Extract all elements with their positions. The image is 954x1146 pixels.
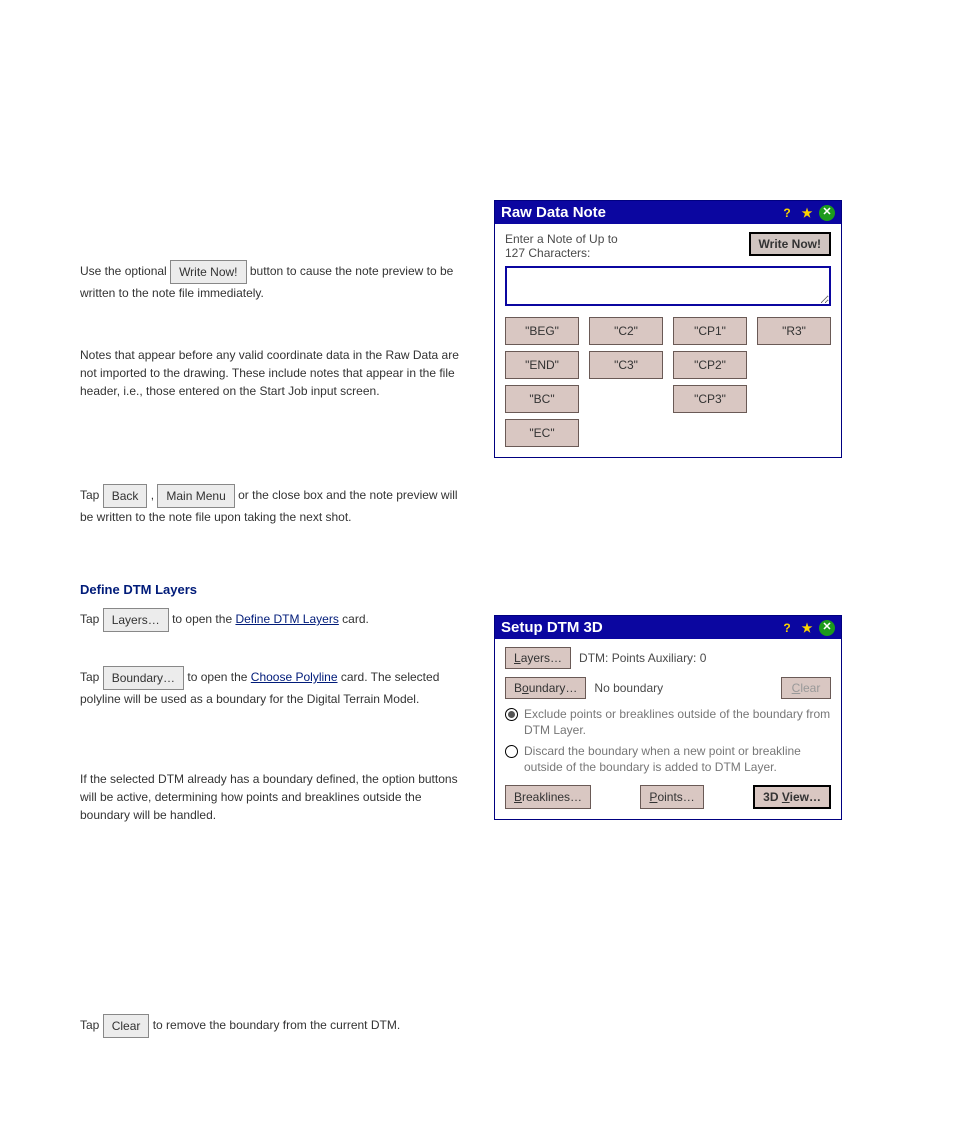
setup-dtm-3d-dialog: Setup DTM 3D ? ★ ✕ Layers… DTM: Points A… [494,615,842,820]
text: Tap [80,670,103,684]
doc-para-layers: Tap Layers… to open the Define DTM Layer… [80,608,470,632]
doc-para-writenow: Use the optional Write Now! button to ca… [80,260,470,302]
radio-icon [505,745,518,758]
radio-discard-label: Discard the boundary when a new point or… [524,744,831,775]
clear-button[interactable]: Clear [781,677,831,699]
text: to open the [172,612,235,626]
preset-cp3-button[interactable]: "CP3" [673,385,747,413]
help-icon[interactable]: ? [779,205,795,221]
dialog-title: Setup DTM 3D [501,619,779,636]
boundary-ref-button: Boundary… [103,666,184,690]
text: , [151,488,158,502]
help-icon[interactable]: ? [779,620,795,636]
doc-para-options: If the selected DTM already has a bounda… [80,770,470,824]
text: Use the optional [80,264,170,278]
note-prompt-line1: Enter a Note of Up to [505,232,618,246]
note-prompt-line2: 127 Characters: [505,246,618,260]
preset-end-button[interactable]: "END" [505,351,579,379]
3d-view-button[interactable]: 3D View… [753,785,831,809]
dialog-body: Layers… DTM: Points Auxiliary: 0 Boundar… [495,639,841,819]
back-ref-button: Back [103,484,148,508]
dialog-titlebar: Raw Data Note ? ★ ✕ [495,201,841,224]
choose-polyline-link[interactable]: Choose Polyline [251,670,338,684]
note-prompt: Enter a Note of Up to 127 Characters: [505,232,618,260]
close-icon[interactable]: ✕ [819,205,835,221]
preset-ec-button[interactable]: "EC" [505,419,579,447]
text: to remove the boundary from the current … [153,1018,400,1032]
radio-exclude-label: Exclude points or breaklines outside of … [524,707,831,738]
radio-discard[interactable]: Discard the boundary when a new point or… [505,744,831,775]
main-menu-ref-button: Main Menu [157,484,234,508]
text: Tap [80,612,103,626]
clear-ref-button: Clear [103,1014,150,1038]
write-now-ref-button: Write Now! [170,260,246,284]
heading-define-dtm-layers: Define DTM Layers [80,580,470,600]
preset-bc-button[interactable]: "BC" [505,385,579,413]
preset-grid: "BEG" "C2" "CP1" "R3" "END" "C3" "CP2" "… [505,317,831,447]
text: card. [342,612,369,626]
preset-c3-button[interactable]: "C3" [589,351,663,379]
radio-icon [505,708,518,721]
preset-beg-button[interactable]: "BEG" [505,317,579,345]
text: Tap [80,1018,103,1032]
points-button[interactable]: Points… [640,785,703,809]
doc-para-notes-import: Notes that appear before any valid coord… [80,346,470,400]
dialog-body: Enter a Note of Up to 127 Characters: Wr… [495,224,841,457]
preset-cp2-button[interactable]: "CP2" [673,351,747,379]
doc-para-clear: Tap Clear to remove the boundary from th… [80,1014,470,1038]
note-text-input[interactable] [505,266,831,306]
boundary-status-text: No boundary [594,681,663,695]
doc-para-boundary: Tap Boundary… to open the Choose Polylin… [80,666,470,708]
write-now-button[interactable]: Write Now! [749,232,831,256]
close-icon[interactable]: ✕ [819,620,835,636]
preset-c2-button[interactable]: "C2" [589,317,663,345]
dialog-title: Raw Data Note [501,204,779,221]
radio-exclude[interactable]: Exclude points or breaklines outside of … [505,707,831,738]
text: Tap [80,488,103,502]
define-dtm-layers-link[interactable]: Define DTM Layers [235,612,338,626]
dialog-titlebar: Setup DTM 3D ? ★ ✕ [495,616,841,639]
favorite-icon[interactable]: ★ [799,205,815,221]
boundary-button[interactable]: Boundary… [505,677,586,699]
raw-data-note-dialog: Raw Data Note ? ★ ✕ Enter a Note of Up t… [494,200,842,458]
text: to open the [187,670,250,684]
layers-button[interactable]: Layers… [505,647,571,669]
layers-ref-button: Layers… [103,608,169,632]
favorite-icon[interactable]: ★ [799,620,815,636]
layers-status-text: DTM: Points Auxiliary: 0 [579,651,706,665]
breaklines-button[interactable]: Breaklines… [505,785,591,809]
preset-cp1-button[interactable]: "CP1" [673,317,747,345]
preset-r3-button[interactable]: "R3" [757,317,831,345]
doc-para-back-menu: Tap Back , Main Menu or the close box an… [80,484,470,526]
